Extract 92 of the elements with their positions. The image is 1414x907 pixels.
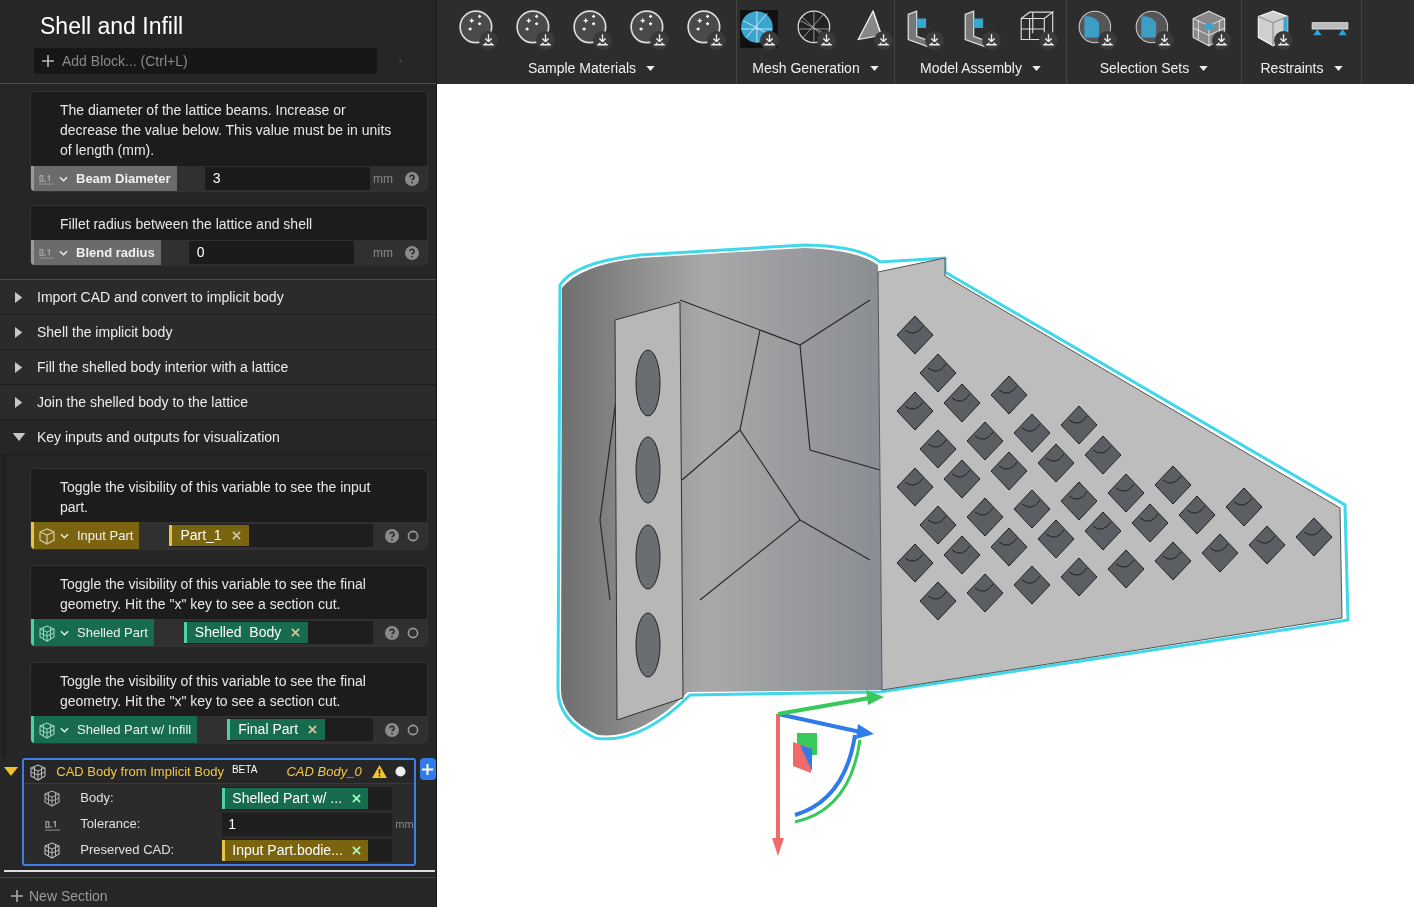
output-name: CAD Body_0 — [286, 762, 362, 781]
plus-icon — [421, 762, 435, 776]
chevron-down-icon[interactable] — [60, 726, 69, 733]
chevron-down-icon[interactable] — [59, 175, 68, 182]
variable-description: Toggle the visibility of this variable to see the input part. — [59, 478, 372, 517]
sphere-tool-icon[interactable] — [456, 8, 499, 50]
help-icon[interactable] — [385, 625, 399, 640]
section-header[interactable]: Import CAD and convert to implicit body — [0, 280, 436, 315]
value-tag[interactable]: Input Part.bodie... — [222, 839, 369, 861]
visibility-toggle-icon[interactable] — [407, 723, 419, 736]
sphere-tool-icon[interactable] — [684, 8, 727, 50]
variable-field[interactable]: Part_1 — [169, 524, 373, 547]
cad-body-block[interactable]: CAD Body from Implicit Body BETA CAD Body_0 Body: Shelled Part w/ ... Tolerance: 1 mm Preserved CAD: Input Part.bodie... — [22, 758, 416, 866]
mesh-sphere-tool-icon[interactable] — [737, 8, 780, 50]
warning-icon — [371, 765, 387, 778]
cube-icon — [37, 526, 57, 545]
selection-sphere-tool-icon[interactable] — [1133, 8, 1175, 50]
plus-icon — [41, 54, 55, 68]
tool-group-menu[interactable]: Mesh Generation — [752, 58, 879, 79]
unit-label: mm — [395, 816, 414, 832]
expand-triangle-icon[interactable] — [14, 395, 23, 409]
variable-label[interactable]: Shelled Part w/ Infill — [31, 716, 198, 743]
value-field[interactable]: 1 — [222, 812, 393, 836]
dropdown-arrow-icon — [869, 66, 879, 71]
value-tag[interactable]: Shelled Part w/ ... — [222, 787, 369, 809]
remove-icon[interactable] — [308, 725, 318, 734]
visibility-toggle-icon[interactable] — [407, 626, 419, 639]
panel-title: Shell and Infill — [39, 12, 185, 41]
add-button[interactable] — [419, 758, 436, 780]
lattice-cube-icon — [42, 789, 63, 807]
parameter-label[interactable]: Blend radius — [31, 240, 161, 265]
expand-triangle-icon[interactable] — [14, 360, 23, 374]
section-header[interactable]: Join the shelled body to the lattice — [0, 385, 436, 420]
section-header[interactable]: Shell the implicit body — [0, 315, 436, 350]
expand-triangle-icon[interactable] — [14, 325, 23, 339]
value-field[interactable]: 0 — [188, 241, 354, 264]
lattice-cube-icon — [42, 841, 63, 859]
tool-group-menu[interactable]: Sample Materials — [527, 58, 656, 79]
block-input-field[interactable]: Shelled Part w/ ... — [222, 786, 393, 810]
add-block-field[interactable]: Add Block... (Ctrl+L) — [34, 48, 377, 74]
sphere-tool-icon[interactable] — [627, 8, 670, 50]
help-icon[interactable] — [405, 245, 419, 260]
help-icon[interactable] — [385, 528, 399, 543]
collapse-triangle-icon[interactable] — [4, 767, 19, 776]
number-icon — [38, 246, 55, 259]
selection-sphere-tool-icon[interactable] — [1076, 8, 1118, 50]
parameter-description: Fillet radius between the lattice and shell — [59, 215, 314, 234]
number-icon — [38, 172, 55, 185]
beta-label: BETA — [231, 763, 258, 777]
block-input-field[interactable]: Input Part.bodie... — [222, 838, 393, 862]
collapse-triangle-icon[interactable] — [11, 432, 26, 442]
variable-field[interactable]: Final Part — [227, 718, 373, 741]
lattice-cube-icon — [28, 762, 49, 781]
dropdown-arrow-icon — [646, 66, 656, 71]
chevron-down-icon[interactable] — [59, 249, 68, 256]
tool-group-menu[interactable]: Model Assembly — [920, 58, 1041, 79]
visibility-toggle-icon[interactable] — [394, 766, 406, 777]
section-header[interactable]: Fill the shelled body interior with a lattice — [0, 350, 436, 385]
value-tag[interactable]: Final Part — [227, 719, 326, 740]
expand-triangle-icon[interactable] — [14, 290, 23, 304]
sphere-tool-icon[interactable] — [570, 8, 613, 50]
dropdown-arrow-icon — [1031, 66, 1041, 71]
variable-label[interactable]: Shelled Part — [31, 619, 154, 646]
sphere-tool-icon[interactable] — [513, 8, 556, 50]
section-header[interactable]: Key inputs and outputs for visualization — [0, 420, 436, 455]
variable-label[interactable]: Input Part — [31, 522, 140, 549]
unit-label: mm — [373, 244, 393, 262]
tool-group-menu[interactable]: Restraints — [1260, 58, 1343, 79]
value-field[interactable]: 3 — [204, 167, 370, 190]
parameter-label[interactable]: Beam Diameter — [31, 166, 177, 191]
help-icon[interactable] — [405, 171, 419, 186]
dropdown-arrow-icon — [1199, 66, 1209, 71]
tool-group-menu[interactable]: Selection Sets — [1099, 58, 1209, 79]
value-tag[interactable]: Part_1 — [169, 525, 249, 546]
remove-icon[interactable] — [231, 531, 241, 540]
parameter-description: The diameter of the lattice beams. Increase or decrease the value below. This value must be in units of length (mm). — [59, 101, 393, 160]
plus-icon — [10, 889, 24, 903]
variable-description: Toggle the visibility of this variable to see the final geometry. Hit the "x" key to see a section cut. — [59, 672, 367, 711]
help-icon[interactable] — [385, 722, 399, 737]
chevron-down-icon[interactable] — [60, 532, 69, 539]
lattice-cube-icon — [37, 720, 57, 739]
variable-description: Toggle the visibility of this variable to see the final geometry. Hit the "x" key to see a section cut. — [59, 575, 367, 614]
lattice-cube-icon — [37, 623, 57, 642]
chevron-down-icon[interactable] — [60, 629, 69, 636]
remove-icon[interactable] — [291, 628, 301, 637]
cube-grid-tool-icon[interactable] — [1190, 8, 1232, 50]
variable-field[interactable]: Shelled Body — [183, 621, 373, 644]
visibility-toggle-icon[interactable] — [407, 529, 419, 542]
value-tag[interactable]: Shelled Body — [183, 622, 309, 643]
dropdown-arrow-icon — [1333, 66, 1343, 71]
unit-label: mm — [373, 170, 393, 188]
new-section-button[interactable]: New Section — [0, 878, 436, 907]
